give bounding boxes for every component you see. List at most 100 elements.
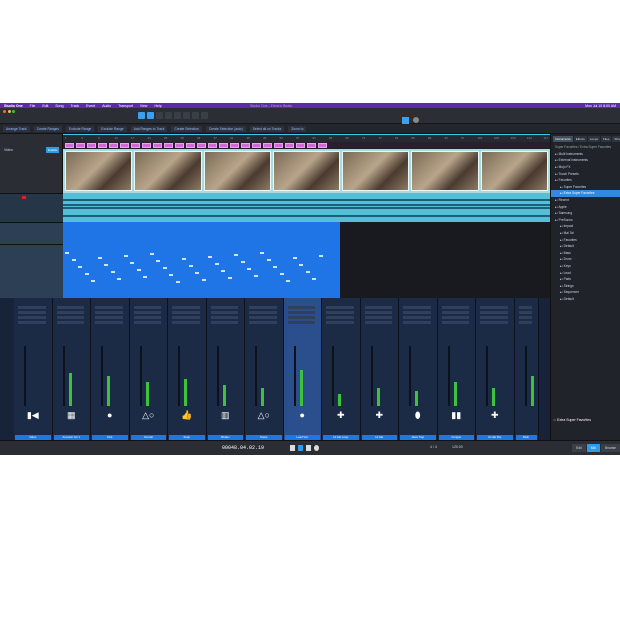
midi-note[interactable] bbox=[195, 272, 199, 274]
snap-button[interactable] bbox=[402, 117, 409, 124]
mixer-channel[interactable]: ✚ Hi Hat bbox=[360, 298, 399, 440]
midi-note[interactable] bbox=[143, 276, 147, 278]
mute-tool-icon[interactable] bbox=[183, 112, 190, 119]
midi-note[interactable] bbox=[208, 256, 212, 258]
browser-item[interactable]: ▸▪ Mojo FX bbox=[551, 164, 620, 171]
midi-note[interactable] bbox=[117, 278, 121, 280]
marker-track[interactable] bbox=[63, 142, 550, 148]
insert-slot[interactable] bbox=[441, 316, 469, 319]
subtoolbar-button[interactable]: Create Ranges bbox=[33, 125, 62, 132]
menu-item[interactable]: Edit bbox=[42, 104, 48, 108]
volume-fader[interactable] bbox=[524, 346, 527, 406]
mixer-channel[interactable]: Main bbox=[514, 298, 539, 440]
insert-slot[interactable] bbox=[518, 306, 532, 309]
window-controls[interactable] bbox=[3, 110, 15, 113]
timeline-ruler[interactable]: 1 5 9 13 17 21 25 29 33 37 41 45 49 53 57 61 65 69 73 77 81 8… bbox=[63, 134, 550, 142]
midi-note[interactable] bbox=[318, 255, 323, 257]
eraser-tool-icon[interactable] bbox=[165, 112, 172, 119]
midi-note[interactable] bbox=[175, 281, 180, 283]
midi-note[interactable] bbox=[247, 268, 251, 270]
insert-slot[interactable] bbox=[95, 306, 123, 309]
mixer-channel[interactable]: △○ Snare bbox=[245, 298, 284, 440]
insert-slot[interactable] bbox=[133, 321, 161, 324]
browser-item[interactable]: ▸▪ PreSonus bbox=[551, 217, 620, 224]
insert-slot[interactable] bbox=[249, 311, 277, 314]
browser-item[interactable]: ▸▪ Keys bbox=[551, 263, 620, 270]
marker[interactable] bbox=[153, 143, 162, 148]
midi-note[interactable] bbox=[201, 279, 206, 281]
browser-tab[interactable]: Files bbox=[601, 136, 612, 142]
marker[interactable] bbox=[197, 143, 206, 148]
insert-slot[interactable] bbox=[403, 321, 431, 324]
midi-note[interactable] bbox=[260, 252, 264, 254]
track-header-instrument-1[interactable] bbox=[0, 222, 63, 244]
menu-item[interactable]: Help bbox=[154, 104, 161, 108]
insert-slot[interactable] bbox=[326, 311, 354, 314]
insert-slot[interactable] bbox=[480, 306, 508, 309]
mixer-channel[interactable]: ⬮ Jaws Trap bbox=[399, 298, 438, 440]
menu-item[interactable]: Song bbox=[55, 104, 63, 108]
browser-tab[interactable]: Effects bbox=[573, 136, 587, 142]
insert-slot[interactable] bbox=[249, 306, 277, 309]
menu-item[interactable]: Event bbox=[86, 104, 95, 108]
marker[interactable] bbox=[208, 143, 217, 148]
marker[interactable] bbox=[318, 143, 327, 148]
marker[interactable] bbox=[131, 143, 140, 148]
browser-item[interactable]: ▸▪ Impact bbox=[551, 223, 620, 230]
insert-slot[interactable] bbox=[249, 316, 277, 319]
volume-fader[interactable] bbox=[62, 346, 65, 406]
mixer-channel[interactable]: ▦ Acoustic Gtr 1 bbox=[52, 298, 91, 440]
midi-note[interactable] bbox=[312, 278, 316, 280]
mixer-channel[interactable]: ● Kick bbox=[91, 298, 130, 440]
insert-slot[interactable] bbox=[441, 321, 469, 324]
insert-slot[interactable] bbox=[518, 321, 532, 324]
midi-note[interactable] bbox=[266, 259, 271, 261]
subtoolbar-button[interactable]: Exclude Range bbox=[65, 125, 95, 132]
mixer-channel[interactable]: ▥ Shaker bbox=[206, 298, 245, 440]
browser-item[interactable]: ▸▪ Apple bbox=[551, 203, 620, 210]
arrow-tool-icon[interactable] bbox=[138, 112, 145, 119]
browser-item[interactable]: ▸▪ Samsung bbox=[551, 210, 620, 217]
subtoolbar-button[interactable]: Zoom to bbox=[288, 125, 307, 132]
view-button-browse[interactable]: Browse bbox=[601, 444, 620, 452]
track-header-audio[interactable] bbox=[0, 193, 63, 222]
marker[interactable] bbox=[241, 143, 250, 148]
marker[interactable] bbox=[285, 143, 294, 148]
menu-item[interactable]: View bbox=[140, 104, 148, 108]
insert-slot[interactable] bbox=[441, 306, 469, 309]
midi-note[interactable] bbox=[292, 257, 297, 259]
rewind-button[interactable] bbox=[290, 445, 295, 451]
empty-track-area[interactable] bbox=[340, 222, 550, 298]
browser-item[interactable]: ▸▪ Super Favorites bbox=[551, 184, 620, 191]
midi-note[interactable] bbox=[91, 280, 95, 282]
insert-slot[interactable] bbox=[56, 311, 84, 314]
marker[interactable] bbox=[263, 143, 272, 148]
volume-fader[interactable] bbox=[486, 346, 488, 406]
insert-slot[interactable] bbox=[56, 321, 84, 324]
browser-item[interactable]: ▸▪ Sequencer bbox=[551, 289, 620, 296]
marker[interactable] bbox=[219, 143, 228, 148]
midi-note[interactable] bbox=[156, 260, 160, 262]
audio-event[interactable] bbox=[63, 193, 550, 222]
mixer-channel[interactable]: △○ Overall bbox=[129, 298, 168, 440]
insert-slot[interactable] bbox=[95, 311, 123, 314]
insert-slot[interactable] bbox=[326, 316, 354, 319]
midi-note[interactable] bbox=[123, 255, 128, 257]
volume-fader[interactable] bbox=[332, 346, 334, 406]
insert-slot[interactable] bbox=[133, 316, 161, 319]
midi-note[interactable] bbox=[104, 264, 108, 266]
browser-item[interactable]: ▸▪ Bass bbox=[551, 250, 620, 257]
browser-tab[interactable]: Shop bbox=[612, 136, 620, 142]
browser-item[interactable]: ▸▪ Default bbox=[551, 243, 620, 250]
insert-slot[interactable] bbox=[18, 311, 46, 314]
insert-slot[interactable] bbox=[172, 321, 200, 324]
marker[interactable] bbox=[274, 143, 283, 148]
insert-slot[interactable] bbox=[518, 316, 532, 319]
browser-item[interactable]: ▸▪ Touch Presets bbox=[551, 170, 620, 177]
midi-note[interactable] bbox=[130, 262, 134, 264]
insert-slot[interactable] bbox=[210, 306, 238, 309]
insert-slot[interactable] bbox=[480, 316, 508, 319]
midi-note[interactable] bbox=[214, 263, 219, 265]
browser-item[interactable]: ▸▪ Favorites bbox=[551, 236, 620, 243]
insert-slot[interactable] bbox=[133, 311, 161, 314]
